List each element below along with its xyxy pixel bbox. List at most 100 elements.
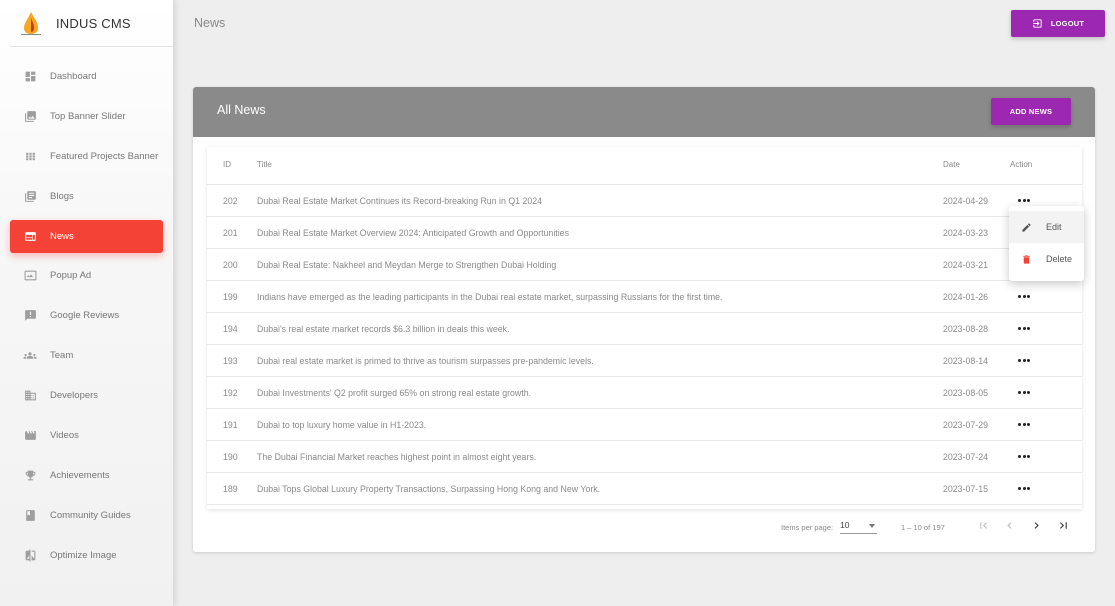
cell-id: 202 (223, 196, 238, 206)
table-row: 199 Indians have emerged as the leading … (207, 281, 1082, 313)
news-card: All News ADD NEWS ID Title Date Action 2… (193, 87, 1095, 552)
sidebar-item-blogs[interactable]: Blogs (10, 180, 163, 213)
sidebar-item-videos[interactable]: Videos (10, 419, 163, 452)
cell-date: 2023-08-28 (943, 324, 988, 334)
column-header-id[interactable]: ID (223, 160, 231, 169)
chevron-left-icon (1006, 521, 1011, 529)
pencil-icon (1020, 221, 1032, 233)
sidebar-item-label: Community Guides (50, 510, 131, 521)
sidebar-item-news[interactable]: News (10, 220, 163, 253)
delete-menu-item[interactable]: Delete (1009, 243, 1084, 275)
news-table: ID Title Date Action 202 Dubai Real Esta… (207, 147, 1082, 509)
more-icon[interactable] (1017, 481, 1031, 495)
sidebar-item-label: News (50, 231, 74, 242)
cell-title: Dubai real estate market is primed to th… (257, 356, 594, 366)
next-page-button[interactable] (1027, 516, 1045, 534)
trophy-icon (23, 469, 37, 483)
cell-id: 190 (223, 452, 238, 462)
more-icon[interactable] (1017, 449, 1031, 463)
page-range-label: 1 – 10 of 197 (901, 523, 945, 532)
cell-id: 199 (223, 292, 238, 302)
sidebar-item-popup-ad[interactable]: Popup Ad (10, 259, 163, 292)
sidebar-item-label: Top Banner Slider (50, 111, 126, 122)
sidebar-item-label: Popup Ad (50, 270, 92, 281)
sidebar: INDUS CMS Dashboard Top Banner Slider Fe… (0, 0, 173, 606)
cell-id: 194 (223, 324, 238, 334)
table-row: 190 The Dubai Financial Market reaches h… (207, 441, 1082, 473)
compare-icon (23, 549, 37, 563)
items-per-page-label: Items per page: (781, 523, 834, 532)
building-icon (23, 389, 37, 403)
page-size-value: 10 (840, 520, 850, 530)
grid-icon (23, 150, 37, 164)
table-header: ID Title Date Action (207, 147, 1082, 185)
last-page-button[interactable] (1054, 516, 1072, 534)
more-icon[interactable] (1017, 417, 1031, 431)
last-page-icon (1059, 521, 1067, 529)
caret-down-icon (869, 524, 875, 528)
cell-date: 2024-03-21 (943, 260, 988, 270)
sidebar-item-team[interactable]: Team (10, 339, 163, 372)
logout-button-label: LOGOUT (1050, 19, 1085, 28)
cell-id: 193 (223, 356, 238, 366)
column-header-date[interactable]: Date (943, 160, 960, 169)
table-row: 200 Dubai Real Estate: Nakheel and Meyda… (207, 249, 1082, 281)
brand: INDUS CMS (10, 0, 173, 47)
sidebar-item-label: Dashboard (50, 71, 97, 82)
table-row: 193 Dubai real estate market is primed t… (207, 345, 1082, 377)
cell-date: 2023-07-15 (943, 484, 988, 494)
more-icon[interactable] (1017, 385, 1031, 399)
table-row: 194 Dubai's real estate market records $… (207, 313, 1082, 345)
cell-title: Dubai Real Estate Market Overview 2024: … (257, 228, 569, 238)
sidebar-item-label: Developers (50, 390, 99, 401)
sidebar-item-achievements[interactable]: Achievements (10, 459, 163, 492)
cell-date: 2024-01-26 (943, 292, 988, 302)
sidebar-item-google-reviews[interactable]: Google Reviews (10, 299, 163, 332)
card-header: All News ADD NEWS (193, 87, 1095, 137)
review-icon (23, 309, 37, 323)
chevron-right-icon (1034, 521, 1039, 529)
delete-label: Delete (1046, 254, 1073, 264)
edit-menu-item[interactable]: Edit (1009, 211, 1084, 243)
list-icon (23, 190, 37, 204)
logout-button[interactable]: LOGOUT (1011, 10, 1105, 37)
cell-id: 191 (223, 420, 238, 430)
sidebar-item-label: Achievements (50, 470, 110, 481)
cell-date: 2024-03-23 (943, 228, 988, 238)
more-icon[interactable] (1017, 289, 1031, 303)
cell-title: Dubai's real estate market records $6.3 … (257, 324, 510, 334)
sidebar-item-dashboard[interactable]: Dashboard (10, 60, 163, 93)
logo-icon (21, 12, 41, 35)
cell-title: Dubai to top luxury home value in H1-202… (257, 420, 427, 430)
previous-page-button[interactable] (1000, 516, 1018, 534)
trash-icon (1020, 253, 1032, 265)
table-row: 192 Dubai Investments' Q2 profit surged … (207, 377, 1082, 409)
more-icon[interactable] (1017, 321, 1031, 335)
sidebar-item-developers[interactable]: Developers (10, 379, 163, 412)
add-news-button[interactable]: ADD NEWS (991, 98, 1071, 125)
sidebar-item-top-banner-slider[interactable]: Top Banner Slider (10, 100, 163, 133)
group-icon (23, 349, 37, 363)
first-page-button[interactable] (974, 516, 992, 534)
web-icon (23, 230, 37, 244)
more-icon[interactable] (1017, 193, 1031, 207)
image-icon (23, 110, 37, 124)
sidebar-item-community-guides[interactable]: Community Guides (10, 499, 163, 532)
brand-title: INDUS CMS (56, 16, 131, 31)
column-header-title[interactable]: Title (257, 160, 272, 169)
dashboard-icon (23, 70, 37, 84)
sidebar-item-label: Featured Projects Banner (50, 151, 159, 162)
cell-date: 2023-07-24 (943, 452, 988, 462)
page-size-select[interactable]: 10 (840, 518, 877, 534)
table-row: 189 Dubai Tops Global Luxury Property Tr… (207, 473, 1082, 505)
column-header-action: Action (1010, 160, 1033, 169)
sidebar-item-featured-projects-banner[interactable]: Featured Projects Banner (10, 140, 163, 173)
sidebar-item-optimize-image[interactable]: Optimize Image (10, 539, 163, 572)
sidebar-item-label: Blogs (50, 191, 74, 202)
book-icon (23, 509, 37, 523)
cell-title: Dubai Tops Global Luxury Property Transa… (257, 484, 601, 494)
video-icon (23, 429, 37, 443)
paginator: Items per page: 10 1 – 10 of 197 (193, 509, 1095, 552)
table-row: 191 Dubai to top luxury home value in H1… (207, 409, 1082, 441)
more-icon[interactable] (1017, 353, 1031, 367)
